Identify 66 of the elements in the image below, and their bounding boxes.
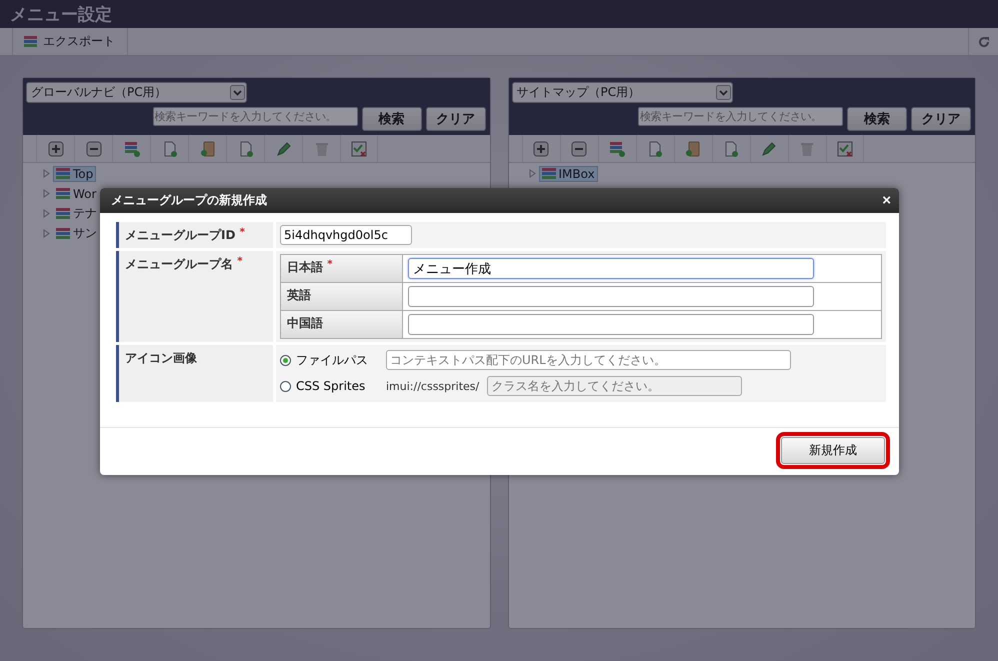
tree-item[interactable]: Wor [53, 186, 100, 202]
path-field[interactable]: クラス名を入力してください。 [487, 376, 742, 396]
language-label: 中国語 [281, 311, 403, 338]
expand-arrow-icon[interactable] [43, 189, 50, 198]
checkbox-button[interactable] [340, 135, 378, 162]
file-add-icon [238, 140, 254, 156]
list-icon [542, 167, 556, 180]
checkbox-button[interactable] [826, 135, 864, 162]
page-add-icon [162, 140, 178, 156]
list-add-icon [609, 140, 625, 156]
radio-option[interactable]: CSS Sprites [280, 379, 378, 393]
search-field[interactable]: 検索キーワードを入力してください。 [638, 107, 843, 126]
search-button[interactable]: 検索 [847, 107, 907, 131]
form-label: メニューグループ名 * [116, 251, 273, 342]
expand-arrow-icon[interactable] [43, 229, 50, 238]
search-field[interactable]: 検索キーワードを入力してください。 [152, 107, 358, 126]
export-button[interactable]: エクスポート [12, 28, 128, 55]
name-field[interactable] [408, 286, 814, 307]
trash-icon [799, 140, 815, 156]
form-label: アイコン画像 [116, 345, 273, 402]
expand-arrow-icon[interactable] [43, 169, 50, 178]
dialog-title: メニューグループの新規作成 [111, 192, 267, 209]
pencil-icon [276, 140, 292, 156]
expand-arrow-icon[interactable] [43, 209, 50, 218]
list-icon [56, 167, 70, 180]
list-icon [56, 187, 70, 200]
file-add-icon [723, 140, 739, 156]
page-add-icon [647, 140, 663, 156]
tree-item[interactable]: Top [53, 166, 96, 182]
menu-select[interactable]: サイトマップ（PC用） [512, 82, 732, 103]
menu-select[interactable]: グローバルナビ（PC用） [26, 82, 247, 103]
search-button[interactable]: 検索 [362, 107, 422, 131]
prefix-text: imui://csssprites/ [386, 380, 480, 392]
close-button[interactable]: × [882, 192, 891, 209]
language-label: 英語 [281, 283, 403, 310]
name-field[interactable] [408, 314, 814, 335]
folder-add-icon [685, 140, 701, 156]
window-title: メニュー設定 [10, 4, 112, 26]
minus-icon [571, 140, 587, 156]
chevron-down-icon [230, 85, 245, 100]
name-field[interactable]: メニュー作成 [408, 258, 814, 279]
trash-icon [314, 140, 330, 156]
plus-icon [48, 140, 64, 156]
radio-option[interactable]: ファイルパス [280, 352, 378, 368]
expand-arrow-icon[interactable] [528, 169, 536, 178]
plus-icon [533, 140, 549, 156]
id-field[interactable]: 5i4dhqvhgd0ol5c [280, 225, 412, 245]
clear-button[interactable]: クリア [911, 107, 971, 131]
clear-button[interactable]: クリア [426, 107, 486, 131]
list-add-icon [124, 140, 140, 156]
checkbox-icon [836, 140, 852, 156]
folder-add-icon [200, 140, 216, 156]
tree-item[interactable]: IMBox [538, 166, 598, 182]
list-icon [56, 227, 70, 240]
list-icon [56, 207, 70, 220]
minus-icon [86, 140, 102, 156]
list-icon [23, 34, 39, 48]
pencil-icon [761, 140, 777, 156]
language-label: 日本語 * [281, 255, 403, 282]
tree-item[interactable]: テナ [53, 204, 100, 223]
form-label: メニューグループID * [116, 222, 273, 248]
chevron-down-icon [716, 85, 730, 100]
checkbox-icon [351, 140, 367, 156]
tree-item[interactable]: サン [53, 224, 100, 243]
refresh-icon [978, 36, 990, 48]
path-field[interactable]: コンテキストパス配下のURLを入力してください。 [386, 350, 791, 370]
